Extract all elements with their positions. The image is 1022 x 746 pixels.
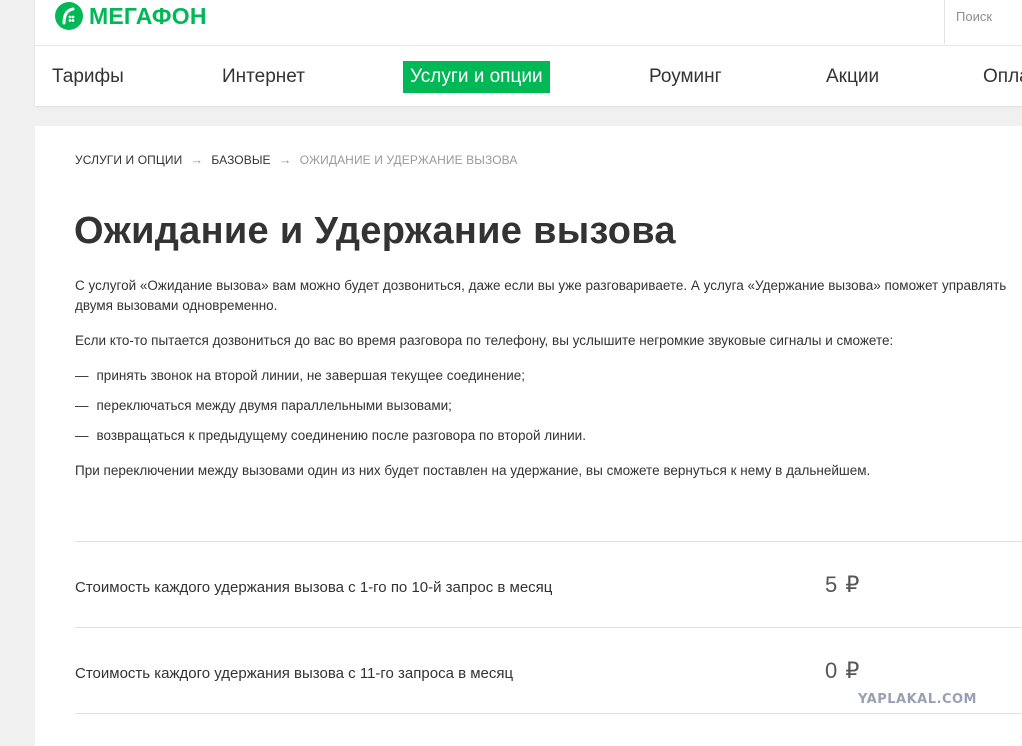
page-title: Ожидание и Удержание вызова	[74, 210, 676, 252]
search-label: Поиск	[956, 9, 993, 24]
nav-item-internet[interactable]: Интернет	[222, 64, 305, 89]
search-box[interactable]: Поиск	[944, 0, 1022, 44]
content-card: УСЛУГИ И ОПЦИИ → БАЗОВЫЕ → ОЖИДАНИЕ И УД…	[35, 126, 1022, 746]
list-item: — возвращаться к предыдущему соединению п…	[75, 426, 586, 446]
megafon-logo-icon	[55, 2, 83, 30]
list-item: — принять звонок на второй линии, не заве…	[75, 366, 525, 386]
divider	[75, 627, 1022, 628]
price-label-1-10: Стоимость каждого удержания вызова с 1-г…	[75, 579, 553, 596]
breadcrumb-link-basic[interactable]: БАЗОВЫЕ	[211, 153, 270, 167]
list-item: — переключаться между двумя параллельными…	[75, 396, 452, 416]
intro-paragraph: С услугой «Ожидание вызова» вам можно бу…	[75, 278, 1007, 313]
list-item-text: принять звонок на второй линии, не завер…	[96, 368, 526, 383]
dash-marker: —	[75, 368, 89, 383]
watermark: YAPLAKAL.COM	[858, 692, 977, 707]
dash-marker: —	[75, 398, 89, 413]
site-header: МегаФон Поиск Тарифы Интернет Услуги и о…	[35, 0, 1022, 106]
arrow-right-icon: →	[190, 152, 204, 167]
nav-item-promotions[interactable]: Акции	[826, 64, 879, 89]
list-item-text: возвращаться к предыдущему соединению по…	[96, 428, 586, 443]
lead-paragraph: Если кто-то пытается дозвониться до вас …	[75, 333, 894, 348]
nav-item-payment[interactable]: Опла	[983, 64, 1022, 89]
note-paragraph: При переключении между вызовами один из …	[75, 463, 871, 478]
arrow-right-icon: →	[278, 152, 292, 167]
divider	[75, 713, 1022, 714]
price-value-11-plus: 0 ₽	[825, 658, 861, 683]
price-label-11-plus: Стоимость каждого удержания вызова с 11-…	[75, 665, 514, 682]
main-nav: Тарифы Интернет Услуги и опции Роуминг А…	[35, 46, 1022, 106]
nav-item-tariffs[interactable]: Тарифы	[52, 64, 124, 89]
price-value-1-10: 5 ₽	[825, 572, 861, 597]
megafon-logo-text: МегаФон	[89, 2, 207, 29]
divider	[75, 541, 1022, 542]
breadcrumb-link-services[interactable]: УСЛУГИ И ОПЦИИ	[75, 153, 182, 167]
breadcrumb-current: ОЖИДАНИЕ И УДЕРЖАНИЕ ВЫЗОВА	[299, 152, 518, 167]
list-item-text: переключаться между двумя параллельными …	[96, 398, 452, 413]
dash-marker: —	[75, 428, 89, 443]
nav-item-roaming[interactable]: Роуминг	[649, 64, 722, 89]
nav-item-services[interactable]: Услуги и опции	[403, 61, 550, 93]
megafon-logo[interactable]: МегаФон	[55, 1, 207, 31]
breadcrumb: УСЛУГИ И ОПЦИИ → БАЗОВЫЕ → ОЖИДАНИЕ И УД…	[75, 152, 517, 167]
